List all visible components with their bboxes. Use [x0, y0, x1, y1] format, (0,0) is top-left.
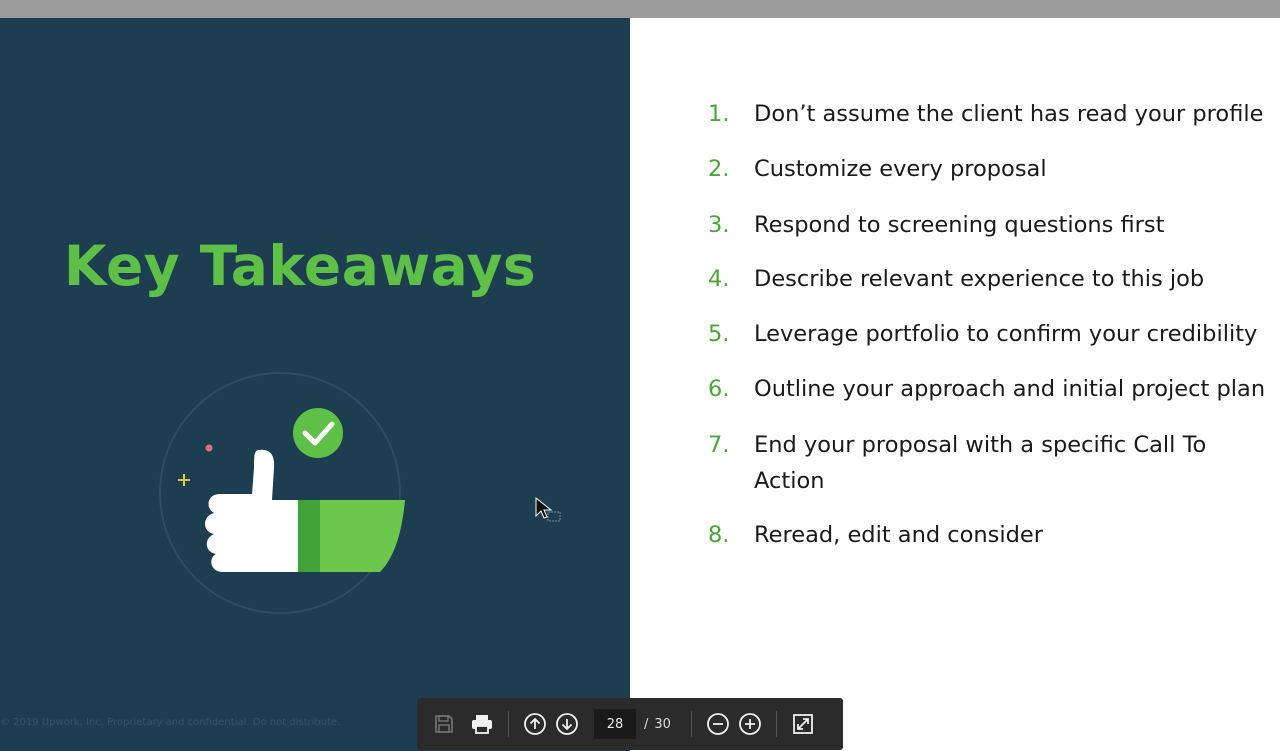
takeaways-list: 1. Don’t assume the client has read your… [708, 96, 1268, 553]
copyright-footer: © 2019 Upwork, Inc. Proprietary and conf… [0, 717, 341, 728]
takeaway-text: Respond to screening questions first [754, 212, 1165, 238]
takeaway-number: 2. [708, 156, 730, 182]
save-button[interactable] [429, 709, 459, 739]
slide-right-panel: 1. Don’t assume the client has read your… [630, 18, 1280, 751]
takeaway-item: 2. Customize every proposal [708, 151, 1268, 187]
print-icon [472, 715, 492, 734]
takeaway-text: Describe relevant experience to this job [754, 266, 1205, 292]
takeaway-item: 3. Respond to screening questions first [708, 207, 1268, 243]
takeaway-text: Outline your approach and initial projec… [754, 376, 1266, 402]
arrow-down-icon [556, 713, 578, 735]
fit-page-button[interactable] [788, 709, 818, 739]
zoom-out-icon [707, 713, 729, 735]
takeaway-number: 4. [708, 266, 730, 292]
takeaway-number: 1. [708, 101, 730, 127]
save-icon [435, 715, 453, 733]
takeaway-number: 3. [708, 212, 730, 238]
takeaway-text: Don’t assume the client has read your pr… [754, 101, 1264, 127]
print-button[interactable] [467, 709, 497, 739]
page-number-input[interactable] [594, 709, 636, 739]
slide-left-panel: Key Takeaways © 2019 Upwork, Inc. Propri… [0, 18, 630, 751]
sparkle-dot-icon [205, 444, 213, 452]
takeaway-number: 8. [708, 522, 730, 548]
previous-page-button[interactable] [520, 709, 550, 739]
toolbar-divider [508, 711, 509, 737]
takeaway-text: Reread, edit and consider [754, 522, 1044, 548]
fit-page-icon [793, 714, 813, 734]
total-pages: 30 [654, 716, 671, 732]
takeaway-number: 5. [708, 321, 730, 347]
zoom-in-button[interactable] [735, 709, 765, 739]
mouse-cursor-icon [535, 496, 561, 522]
takeaway-text: End your proposal with a specific Call T… [754, 432, 1207, 494]
takeaway-text: Customize every proposal [754, 156, 1047, 182]
toolbar-divider [690, 711, 692, 737]
viewer-top-bar [0, 0, 1280, 18]
presentation-slide: Key Takeaways © 2019 Upwork, Inc. Propri… [0, 18, 1280, 751]
takeaway-item: 7. End your proposal with a specific Cal… [708, 427, 1268, 499]
page-separator: / [644, 716, 649, 732]
arrow-up-icon [524, 713, 546, 735]
takeaway-item: 5. Leverage portfolio to confirm your cr… [708, 316, 1268, 352]
thumbs-up-illustration [159, 372, 405, 614]
toolbar-divider [775, 711, 777, 737]
takeaway-number: 7. [708, 432, 730, 458]
takeaway-item: 1. Don’t assume the client has read your… [708, 96, 1268, 132]
zoom-in-icon [739, 713, 761, 735]
checkmark-circle-icon [293, 408, 343, 458]
takeaway-item: 4. Describe relevant experience to this … [708, 261, 1268, 297]
slide-title: Key Takeaways [63, 234, 537, 298]
zoom-out-button[interactable] [703, 709, 733, 739]
takeaway-item: 6. Outline your approach and initial pro… [708, 371, 1268, 407]
pdf-viewer-toolbar: / 30 [417, 698, 843, 750]
takeaway-item: 8. Reread, edit and consider [708, 517, 1268, 553]
next-page-button[interactable] [552, 709, 582, 739]
takeaway-number: 6. [708, 376, 730, 402]
takeaway-text: Leverage portfolio to confirm your credi… [754, 321, 1258, 347]
